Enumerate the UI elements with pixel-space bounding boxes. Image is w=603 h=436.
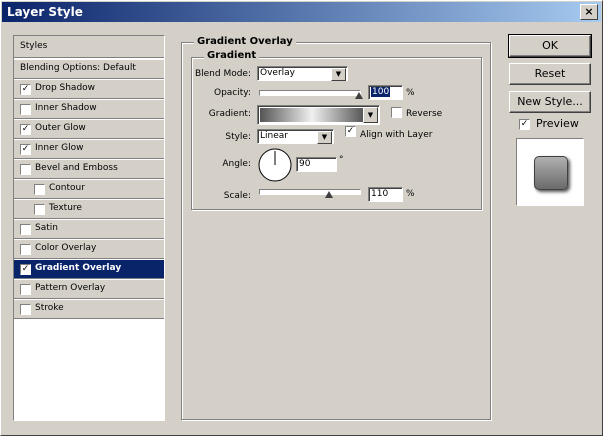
title-bar[interactable]: Layer Style × bbox=[2, 2, 601, 22]
angle-value: 90 bbox=[299, 159, 311, 169]
style-checkbox[interactable] bbox=[20, 104, 31, 115]
chevron-down-icon[interactable]: ▼ bbox=[363, 107, 378, 123]
style-label: Style: bbox=[225, 132, 251, 142]
scale-label: Scale: bbox=[223, 191, 251, 201]
style-list-item-label: Inner Shadow bbox=[35, 103, 97, 113]
style-list-item-label: Styles bbox=[20, 41, 48, 51]
opacity-slider[interactable] bbox=[259, 88, 363, 100]
style-list-item[interactable]: ✓ Gradient Overlay bbox=[14, 260, 164, 279]
style-checkbox[interactable] bbox=[20, 224, 31, 235]
scale-input[interactable]: 110 bbox=[368, 187, 403, 202]
style-list-item-label: Drop Shadow bbox=[35, 83, 96, 93]
style-checkbox[interactable]: ✓ bbox=[20, 124, 31, 135]
style-list-item[interactable]: Stroke bbox=[14, 300, 164, 319]
style-checkbox[interactable] bbox=[34, 184, 45, 195]
angle-degree: ° bbox=[339, 155, 344, 165]
style-list-item[interactable]: ✓ Drop Shadow bbox=[14, 80, 164, 99]
group-title: Gradient bbox=[204, 50, 260, 61]
style-checkbox[interactable] bbox=[20, 244, 31, 255]
chevron-down-icon[interactable]: ▼ bbox=[331, 68, 346, 81]
styles-list: Styles Blending Options: Default ✓ Drop Sha… bbox=[13, 35, 165, 421]
blend-mode-label: Blend Mode: bbox=[194, 69, 251, 79]
style-list-item[interactable]: Texture bbox=[14, 200, 164, 219]
preview-swatch bbox=[534, 156, 568, 190]
style-list-item-label: Bevel and Emboss bbox=[35, 163, 118, 173]
style-list-item[interactable]: Pattern Overlay bbox=[14, 280, 164, 299]
style-list-item-label: Texture bbox=[49, 203, 82, 213]
style-list-item-label: Outer Glow bbox=[35, 123, 86, 133]
style-list-item-label: Inner Glow bbox=[35, 143, 84, 153]
style-checkbox[interactable]: ✓ bbox=[20, 264, 31, 275]
preview-box bbox=[516, 138, 584, 206]
style-list-item[interactable]: Styles bbox=[14, 36, 164, 58]
layer-style-dialog: Layer Style × Styles Blending Options: De… bbox=[0, 0, 603, 436]
style-checkbox[interactable] bbox=[20, 164, 31, 175]
opacity-percent: % bbox=[406, 88, 415, 98]
style-list-item-label: Satin bbox=[35, 223, 58, 233]
chevron-down-icon[interactable]: ▼ bbox=[317, 131, 332, 144]
gradient-picker[interactable]: ▼ bbox=[257, 105, 380, 125]
blend-mode-select[interactable]: Overlay ▼ bbox=[257, 66, 348, 81]
gradient-swatch[interactable] bbox=[260, 108, 364, 122]
style-list-item[interactable]: Bevel and Emboss bbox=[14, 160, 164, 179]
opacity-label: Opacity: bbox=[214, 88, 251, 98]
reset-button[interactable]: Reset bbox=[509, 63, 591, 85]
style-list-item-label: Color Overlay bbox=[35, 243, 97, 253]
reverse-label: Reverse bbox=[406, 109, 443, 119]
align-with-layer-label: Align with Layer bbox=[360, 130, 433, 140]
angle-input[interactable]: 90 bbox=[296, 157, 337, 172]
scale-percent: % bbox=[406, 189, 415, 199]
style-select[interactable]: Linear ▼ bbox=[257, 129, 334, 144]
opacity-input[interactable]: 100 bbox=[368, 85, 403, 100]
style-list-item[interactable]: ✓ Outer Glow bbox=[14, 120, 164, 139]
blend-mode-value: Overlay bbox=[260, 68, 295, 78]
scale-slider[interactable] bbox=[259, 187, 363, 199]
align-with-layer-checkbox[interactable]: ✓ bbox=[345, 126, 356, 137]
reverse-checkbox[interactable] bbox=[391, 107, 402, 118]
opacity-slider-thumb[interactable] bbox=[355, 92, 363, 99]
ok-button[interactable]: OK bbox=[508, 34, 592, 58]
style-list-item-label: Stroke bbox=[35, 303, 64, 313]
style-list-item[interactable]: Inner Shadow bbox=[14, 100, 164, 119]
window-title: Layer Style bbox=[7, 5, 83, 19]
opacity-track bbox=[259, 90, 361, 96]
opacity-value: 100 bbox=[371, 87, 391, 97]
style-list-item[interactable]: Contour bbox=[14, 180, 164, 199]
style-list-item[interactable]: Blending Options: Default bbox=[14, 60, 164, 79]
section-title: Gradient Overlay bbox=[194, 36, 296, 47]
style-checkbox[interactable] bbox=[34, 204, 45, 215]
preview-checkbox[interactable]: ✓ bbox=[519, 119, 530, 130]
style-checkbox[interactable] bbox=[20, 284, 31, 295]
style-list-item[interactable]: Satin bbox=[14, 220, 164, 239]
style-checkbox[interactable] bbox=[20, 304, 31, 315]
style-list-item-label: Blending Options: Default bbox=[20, 63, 136, 73]
scale-slider-thumb[interactable] bbox=[325, 191, 333, 198]
scale-track bbox=[259, 189, 361, 195]
style-list-item[interactable]: Color Overlay bbox=[14, 240, 164, 259]
style-value: Linear bbox=[260, 131, 288, 141]
angle-label: Angle: bbox=[222, 159, 251, 169]
preview-label: Preview bbox=[536, 117, 579, 130]
angle-dial[interactable] bbox=[257, 147, 293, 183]
gradient-label: Gradient: bbox=[208, 109, 251, 119]
scale-value: 110 bbox=[371, 189, 389, 199]
style-list-item[interactable]: ✓ Inner Glow bbox=[14, 140, 164, 159]
close-icon[interactable]: × bbox=[580, 4, 598, 20]
style-list-item-label: Pattern Overlay bbox=[35, 283, 106, 293]
style-checkbox[interactable]: ✓ bbox=[20, 144, 31, 155]
style-list-item-label: Contour bbox=[49, 183, 85, 193]
new-style-button[interactable]: New Style... bbox=[509, 91, 591, 113]
style-list-item-label: Gradient Overlay bbox=[35, 263, 122, 273]
style-checkbox[interactable]: ✓ bbox=[20, 84, 31, 95]
